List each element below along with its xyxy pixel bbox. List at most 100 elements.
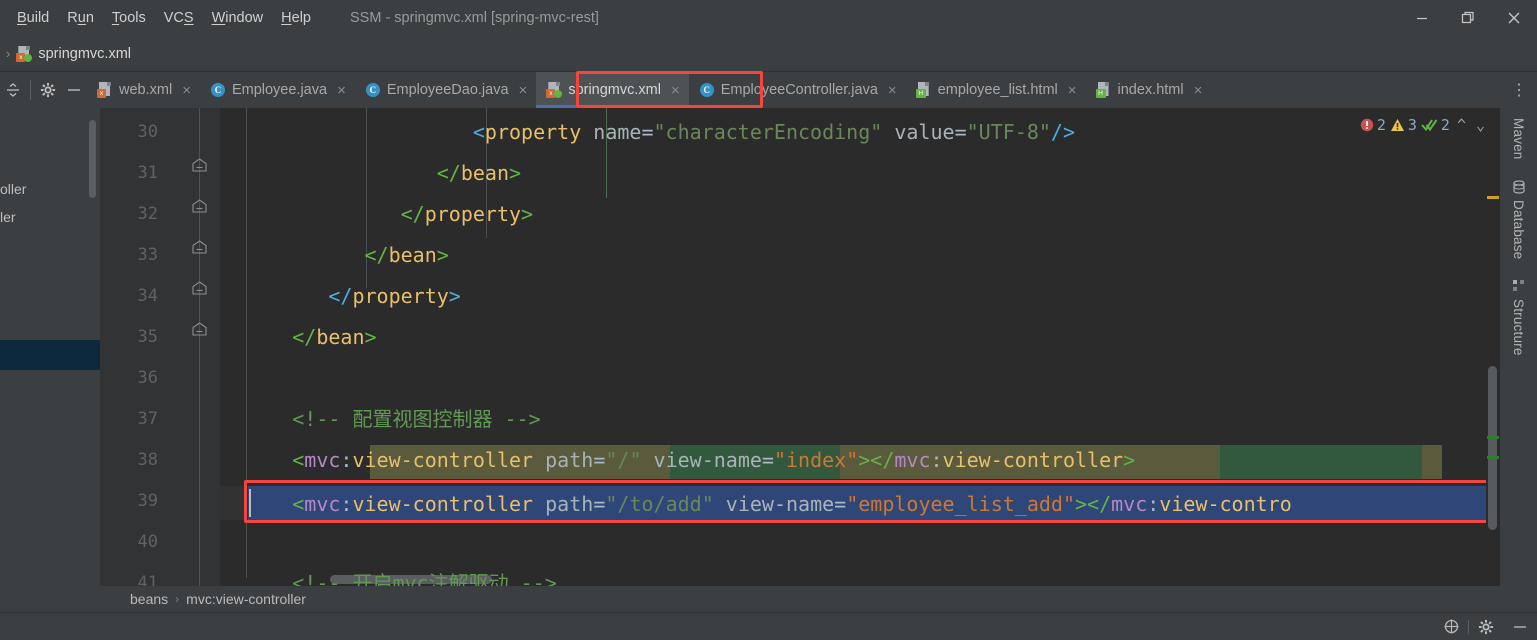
line-number: 36 [137,368,158,388]
project-scrollbar[interactable] [89,120,96,198]
minimize-button[interactable] [1399,0,1445,36]
tab-employeecontroller-java[interactable]: C EmployeeController.java × [689,72,906,108]
line39-highlight-annotation [244,480,1496,523]
tool-window-structure[interactable]: Structure [1511,279,1526,356]
code-line-37[interactable]: <!-- 配置视图控制器 --> [220,399,540,440]
code-editor[interactable]: 30 31 32 33 34 35 36 37 38 39 40 41 <pro… [100,108,1500,606]
restore-icon [1461,11,1474,24]
ok-group[interactable]: 2 [1421,116,1450,134]
tab-springmvc-xml[interactable]: x springmvc.xml × [536,72,690,108]
tab-close-icon[interactable]: × [1068,83,1077,98]
event-log-button[interactable] [1434,613,1468,640]
fold-marker[interactable] [192,322,207,337]
tab-label: springmvc.xml [568,82,661,98]
nav-file-item[interactable]: x springmvc.xml [16,45,131,62]
editor-vertical-scrollbar[interactable] [1486,108,1500,606]
editor-tab-bar: x web.xml × C Employee.java × C Employee… [0,72,1537,108]
maximize-button[interactable] [1445,0,1491,36]
close-icon [1508,12,1520,24]
fold-marker[interactable] [192,240,207,255]
code-line-38[interactable]: <mvc:view-controller path="/" view-name=… [220,440,1135,481]
nav-file-label: springmvc.xml [38,45,131,62]
code-line-30[interactable]: <property name="characterEncoding" value… [220,112,1075,153]
collapse-all-button[interactable] [0,72,26,108]
marker-warning[interactable] [1487,196,1499,199]
code-line-35[interactable]: </bean> [220,317,376,358]
tool-window-label: Structure [1511,298,1526,356]
status-hide-button[interactable] [1503,613,1537,640]
inspection-widget[interactable]: 2 3 2 ^ ⌄ [1360,116,1488,134]
tab-close-icon[interactable]: × [182,83,191,98]
menu-item-build[interactable]: Build [8,0,58,36]
menu-item-run[interactable]: Run [58,0,103,36]
status-settings-button[interactable] [1469,613,1503,640]
project-row-1[interactable]: ler [0,204,16,231]
tab-employee-list-html[interactable]: H employee_list.html × [906,72,1086,108]
xml-file-icon: x [16,45,33,62]
close-button[interactable] [1491,0,1537,36]
database-icon [1512,179,1525,194]
tab-label: EmployeeController.java [720,82,878,98]
menu-item-tools[interactable]: Tools [103,0,155,36]
status-bar [0,612,1537,640]
ok-count: 2 [1440,116,1450,134]
tab-label: index.html [1117,82,1184,98]
settings-gear-icon [1478,619,1494,634]
project-row-0[interactable]: oller [0,176,26,203]
warning-count: 3 [1407,116,1417,134]
line38-highlight-c [1422,445,1442,479]
marker-info[interactable] [1487,456,1499,459]
code-line-32[interactable]: </property> [220,194,533,235]
editor-gutter[interactable]: 30 31 32 33 34 35 36 37 38 39 40 41 [100,108,220,606]
line-number: 31 [137,163,158,183]
nav-separator: › [6,46,11,61]
code-line-34[interactable]: </property> [220,276,460,317]
error-count: 2 [1376,116,1386,134]
tab-label: EmployeeDao.java [386,82,509,98]
line-number: 34 [137,286,158,306]
menu-bar: Build Run Tools VCS Window Help SSM - sp… [0,0,1537,36]
error-icon [1360,118,1374,132]
chevron-up-icon[interactable]: ^ [1454,116,1469,134]
code-line-33[interactable]: </bean> [220,235,449,276]
project-panel[interactable]: oller ler [0,108,100,606]
fold-marker[interactable] [192,281,207,296]
fold-marker[interactable] [192,158,207,173]
code-text-area[interactable]: <property name="characterEncoding" value… [220,108,1500,606]
tab-close-icon[interactable]: × [671,83,680,98]
tab-web-xml[interactable]: x web.xml × [87,72,200,108]
breadcrumb-bar: beans › mvc:view-controller [100,586,1500,612]
scrollbar-thumb[interactable] [1488,366,1497,530]
tab-close-icon[interactable]: × [1194,83,1203,98]
tool-window-database[interactable]: Database [1511,179,1526,259]
hide-panel-button[interactable] [61,72,87,108]
tab-employee-java[interactable]: C Employee.java × [200,72,355,108]
editor-settings-button[interactable] [35,72,61,108]
error-group[interactable]: 2 [1360,116,1386,134]
tab-close-icon[interactable]: × [888,83,897,98]
line-number: 35 [137,327,158,347]
more-options-icon[interactable]: ⋮ [1507,72,1531,108]
tab-close-icon[interactable]: × [337,83,346,98]
html-file-icon: H [915,82,932,98]
tab-close-icon[interactable]: × [519,83,528,98]
line-number: 37 [137,409,158,429]
warning-group[interactable]: 3 [1390,116,1417,134]
marker-info[interactable] [1487,436,1499,439]
fold-marker[interactable] [192,199,207,214]
menu-item-help[interactable]: Help [272,0,320,36]
menu-item-vcs[interactable]: VCS [155,0,203,36]
java-class-icon: C [210,82,226,98]
breadcrumb-item-beans[interactable]: beans [130,591,168,607]
code-line-31[interactable]: </bean> [220,153,521,194]
line-number: 32 [137,204,158,224]
breadcrumb-item-view-controller[interactable]: mvc:view-controller [186,591,306,607]
tab-index-html[interactable]: H index.html × [1086,72,1212,108]
tab-employeedao-java[interactable]: C EmployeeDao.java × [355,72,536,108]
menu-item-window[interactable]: Window [203,0,273,36]
breadcrumb-separator: › [175,592,180,606]
right-tool-strip: Maven Database Structure [1500,108,1537,606]
tool-window-maven[interactable]: Maven [1511,118,1526,160]
line-number: 30 [137,122,158,142]
line38-tag-highlight-b [1220,445,1422,479]
